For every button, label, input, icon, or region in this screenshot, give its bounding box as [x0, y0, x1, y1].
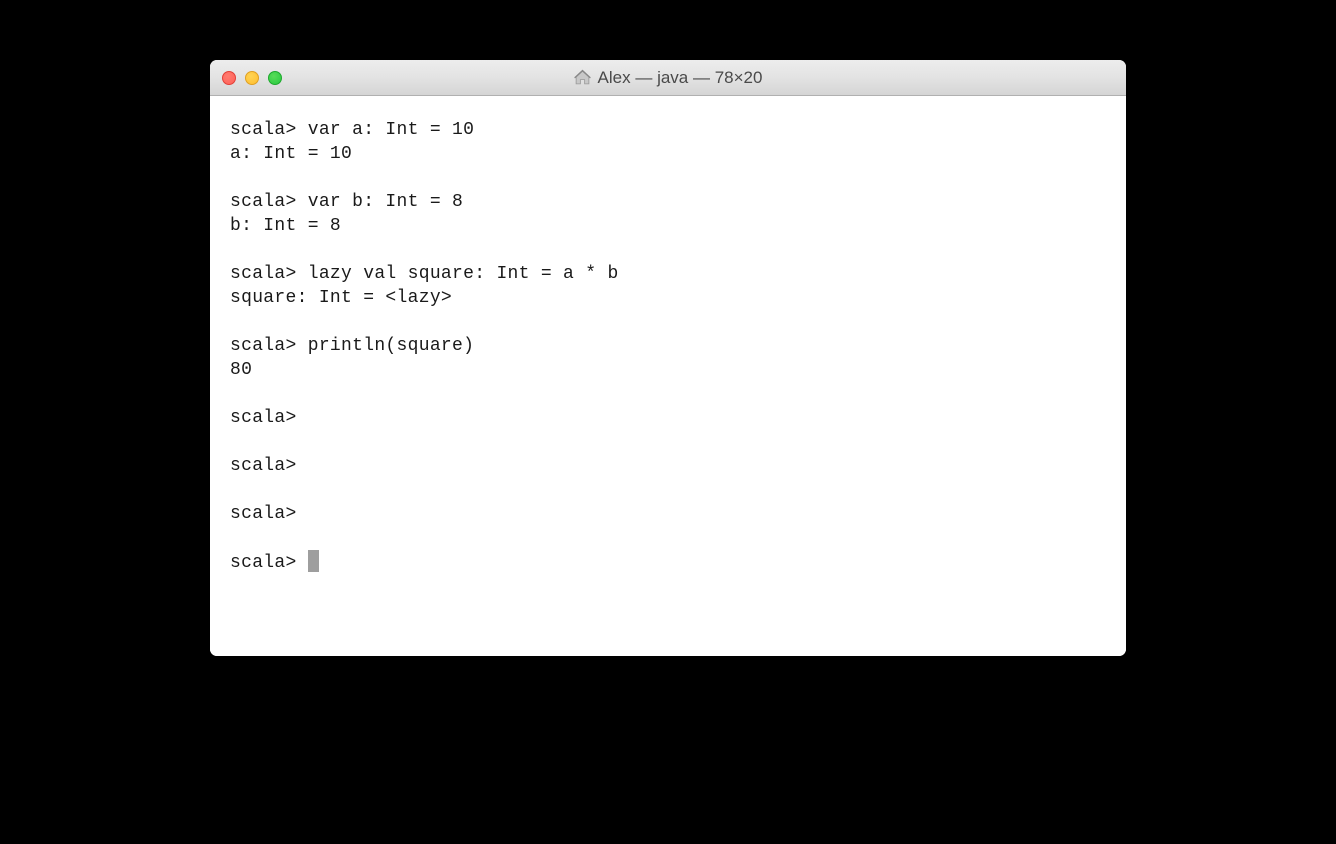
terminal-line: scala> [230, 502, 1106, 526]
terminal-line: scala> [230, 406, 1106, 430]
window-title: Alex — java — 78×20 [598, 68, 763, 88]
terminal-window: Alex — java — 78×20 scala> var a: Int = … [210, 60, 1126, 656]
terminal-line [230, 382, 1106, 406]
terminal-line: scala> println(square) [230, 334, 1106, 358]
maximize-button[interactable] [268, 71, 282, 85]
close-button[interactable] [222, 71, 236, 85]
terminal-line: a: Int = 10 [230, 142, 1106, 166]
terminal-content[interactable]: scala> var a: Int = 10a: Int = 10 scala> … [210, 96, 1126, 656]
terminal-line [230, 478, 1106, 502]
terminal-line [230, 430, 1106, 454]
terminal-line: scala> var b: Int = 8 [230, 190, 1106, 214]
terminal-line: scala> [230, 454, 1106, 478]
terminal-line: scala> [230, 550, 1106, 575]
terminal-line: square: Int = <lazy> [230, 286, 1106, 310]
title-container: Alex — java — 78×20 [210, 68, 1126, 88]
window-titlebar[interactable]: Alex — java — 78×20 [210, 60, 1126, 96]
terminal-line [230, 166, 1106, 190]
terminal-line: 80 [230, 358, 1106, 382]
terminal-line: scala> var a: Int = 10 [230, 118, 1106, 142]
home-icon [574, 69, 592, 87]
minimize-button[interactable] [245, 71, 259, 85]
terminal-line [230, 526, 1106, 550]
terminal-line: b: Int = 8 [230, 214, 1106, 238]
terminal-line [230, 238, 1106, 262]
traffic-lights [210, 71, 282, 85]
terminal-line [230, 310, 1106, 334]
terminal-line: scala> lazy val square: Int = a * b [230, 262, 1106, 286]
cursor [308, 550, 319, 572]
